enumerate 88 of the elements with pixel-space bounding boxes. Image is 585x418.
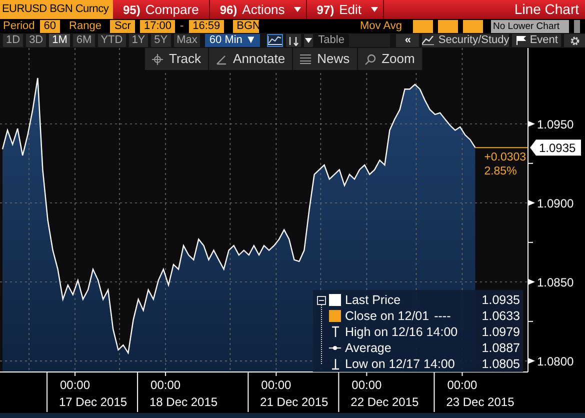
high-marker-icon [330,326,340,338]
dash-sample: ---- [434,308,451,325]
lines-icon [300,54,312,64]
search-icon [364,54,376,64]
range-tab[interactable]: 1M [49,34,70,47]
legend-value: 1.0935 [482,292,520,309]
range-tab[interactable]: YTD [98,34,126,47]
event-button[interactable]: Event [512,34,562,47]
legend-label: Last Price [345,292,401,309]
moving-average-label: Mov Avg [360,18,402,34]
menu-button[interactable]: 97) Edit [306,0,384,19]
average-marker-icon [329,345,341,351]
chart-tool-button[interactable]: Zoom [358,48,423,70]
caret-icon [294,7,301,12]
lower-chart-dropdown[interactable]: No Lower Chart [491,20,569,32]
moving-average-field[interactable] [413,20,433,32]
range-tab[interactable]: 6M [73,34,95,47]
legend-label: Average [345,340,392,357]
caret-icon [370,7,378,12]
period-label: Period [3,18,35,34]
range-separator: - [180,18,184,34]
sort-button[interactable] [286,34,302,47]
range-tab[interactable]: 3D [26,34,46,47]
menu-button[interactable]: 95) Compare [113,0,210,19]
collapse-button[interactable]: « [396,34,420,47]
study-icon [422,36,434,45]
y-axis-label: 1.0800 [537,354,574,368]
x-axis-time: 00:00 [261,378,292,392]
collapse-icon[interactable] [317,296,326,305]
security-ticker[interactable]: EURUSD BGN Curncy [0,0,113,19]
tick-marker-icon [528,200,535,206]
x-axis-date: 17 Dec 2015 [59,395,128,409]
x-axis-date: 22 Dec 2015 [350,395,419,409]
moving-average-field[interactable] [463,20,483,32]
settings-button[interactable] [564,34,585,47]
legend-value: 1.0979 [482,324,520,341]
legend-label: Close on 12/01 [345,308,430,325]
change-percent: 2.85% [484,166,517,178]
tick-marker-icon [528,358,535,364]
y-axis-label: 1.0950 [537,117,574,132]
range-tab[interactable]: Max [174,34,200,47]
range-tab[interactable]: 5Y [151,34,171,47]
sort-icon [288,36,300,46]
menu-button[interactable]: 96) Actions [210,0,307,19]
x-axis-time: 00:00 [352,378,382,392]
tick-marker-icon [528,120,535,127]
dropdown-handle[interactable] [574,20,580,32]
range-tab[interactable]: 1D [3,34,24,47]
interval-dropdown[interactable]: 60 Min ▼ [205,34,260,47]
range-label: Range [69,18,102,34]
moving-average-field[interactable] [438,20,458,32]
x-axis-time: 00:00 [60,378,90,392]
change-value: +0.0303 [484,152,526,164]
chart-tool-button[interactable]: Annotate [209,48,294,70]
tick-marker-icon [528,278,535,285]
settings-icon [570,36,580,46]
last-price-line [474,147,528,148]
x-axis-date: 18 Dec 2015 [150,395,218,409]
chart-type-title: Line Chart [514,0,580,19]
line-chart-icon [268,36,282,45]
legend-label: High on 12/16 14:00 [345,324,458,341]
flag-icon [516,36,526,45]
security-study-button[interactable]: Security/Study [422,34,510,47]
last-price-flag: 1.0935 [530,140,581,156]
x-axis-time: 00:00 [447,378,478,392]
x-axis-date: 23 Dec 2015 [446,395,514,409]
caret-icon [305,38,312,43]
range-field[interactable]: Scr [110,20,135,32]
crosshair-icon [152,54,163,64]
legend-value: 1.0633 [482,308,520,325]
range-tab[interactable]: 1Y [128,34,148,47]
y-axis-label: 1.0850 [537,275,574,290]
start-time-field[interactable]: 17:00 [140,20,175,32]
low-marker-icon [330,358,340,370]
legend-value: 1.0887 [482,340,520,357]
x-axis-time: 00:00 [150,378,181,392]
line-style-button[interactable] [267,34,284,47]
y-axis-label: 1.0900 [537,196,574,210]
legend-value: 1.0805 [482,356,520,373]
sort-dropdown-button[interactable] [304,34,314,47]
table-button[interactable]: Table [316,34,346,47]
legend-label: Low on 12/17 14:00 [345,356,455,373]
x-axis-date: 21 Dec 2015 [260,395,328,409]
period-field[interactable]: 60 [40,20,60,32]
pencil-icon [216,54,228,64]
chart-tool-button[interactable]: News [293,48,358,70]
end-time-field[interactable]: 16:59 [188,20,224,32]
chart-tool-button[interactable]: Track [145,48,210,70]
